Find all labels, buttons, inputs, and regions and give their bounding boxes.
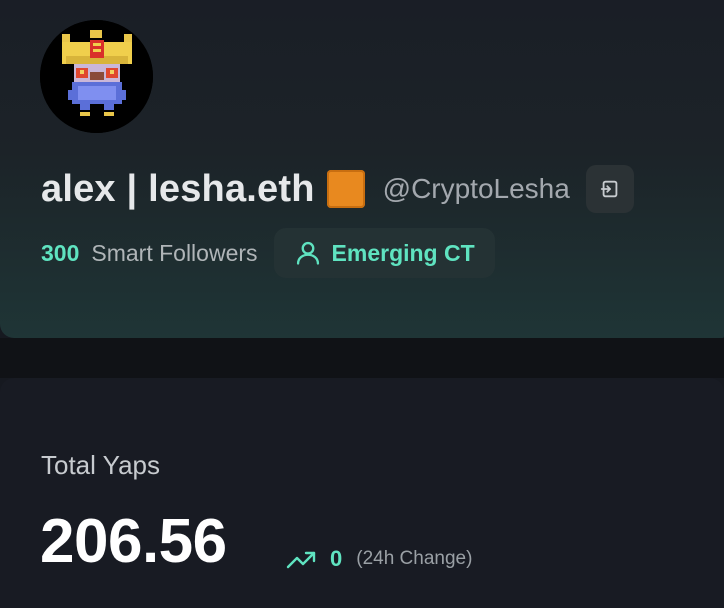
yaps-change-row: 0 (24h Change)	[286, 544, 472, 574]
orange-square-emoji-icon	[326, 170, 365, 208]
profile-card: alex | lesha.eth @CryptoLesha 300 Smart …	[0, 0, 724, 338]
twitter-handle[interactable]: @CryptoLesha	[383, 173, 570, 205]
trending-up-icon	[286, 551, 316, 569]
login-arrow-icon	[600, 180, 618, 198]
smart-followers-label: Smart Followers	[91, 239, 258, 266]
total-yaps-title: Total Yaps	[41, 450, 161, 480]
stats-row: 300 Smart Followers Emerging CT	[41, 228, 495, 278]
yaps-card: Total Yaps 206.56 0 (24h Change)	[0, 378, 724, 608]
display-name: alex | lesha.eth	[41, 167, 315, 210]
avatar[interactable]	[40, 20, 153, 133]
user-icon	[296, 241, 319, 265]
yaps-change-label: (24h Change)	[356, 548, 473, 569]
tier-label: Emerging CT	[331, 239, 475, 266]
yaps-change-value: 0	[330, 546, 343, 571]
name-row: alex | lesha.eth @CryptoLesha	[41, 164, 634, 214]
section-divider	[0, 338, 724, 378]
tier-badge[interactable]: Emerging CT	[273, 228, 495, 278]
smart-followers-count: 300	[41, 239, 80, 266]
pixel-crowned-avatar-icon	[40, 20, 153, 133]
total-yaps-value: 206.56	[40, 507, 227, 576]
login-button[interactable]	[585, 165, 634, 213]
